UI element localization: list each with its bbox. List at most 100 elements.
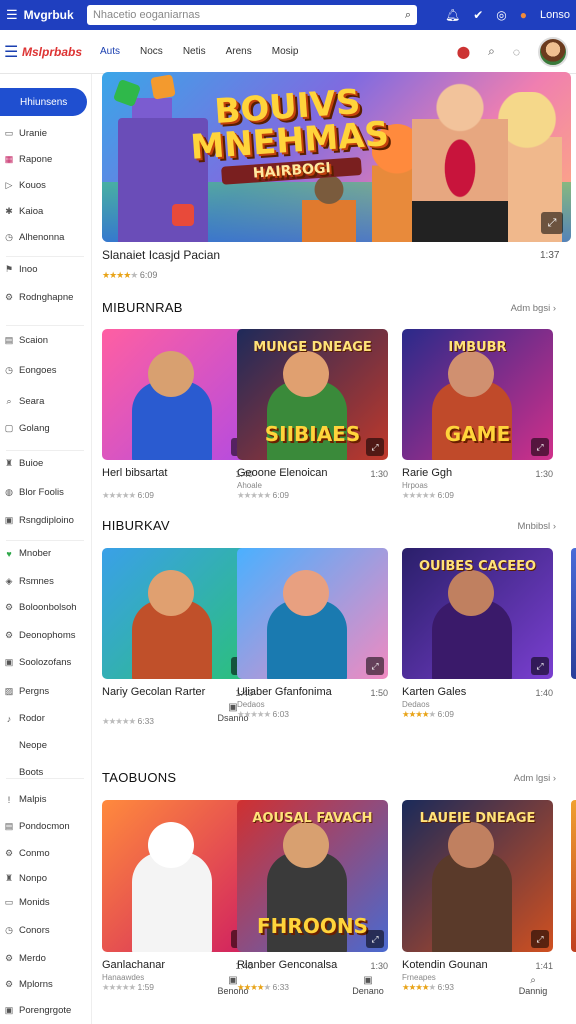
expand-icon[interactable]: ⤢ [366,657,384,675]
card-title[interactable]: Ganlachanar [102,959,217,972]
sidebar-item[interactable]: ⚙ Deonophoms [4,630,76,641]
card-title[interactable]: Karten Gales [402,686,517,699]
sidebar-item[interactable]: ♥ Mnober [4,548,51,559]
nav-link[interactable]: Netis [183,46,206,57]
notification-icon[interactable]: ⬤ [457,45,470,59]
game-card[interactable]: AOUSAL FAVACH FHROONS ⤢ Rlanber Genconalsa 1… [237,800,388,1000]
sidebar-item[interactable]: ◷ Conors [4,925,50,936]
sidebar-item-label: Boots [19,767,44,778]
card-title[interactable]: Kotendin Gounan [402,959,517,972]
card-title[interactable]: Geoone Elenoican [237,467,352,480]
hero-cube [150,74,176,100]
hero-caption[interactable]: Slanaiet Icasjd Pacian [102,248,220,262]
game-card[interactable]: MUNGE DNEAGE SIIBIAES ⤢ Geoone Elenoican 1:3… [237,329,388,509]
sidebar-item[interactable]: ▷ Kouos [4,180,46,191]
expand-icon[interactable]: ⤢ [531,657,549,675]
sidebar-item[interactable]: ⚙ Mplorns [4,979,53,990]
game-thumbnail[interactable]: AOUSAL FAVACH FHROONS ⤢ [237,800,388,952]
card-title[interactable]: Uliaber Gfanfonima [237,686,352,699]
card-title[interactable]: Rarie Ggh [402,467,517,480]
sidebar-item[interactable]: ⚙ Rodnghapne [4,292,73,303]
site-logo[interactable]: Mslprbabs [22,45,96,59]
sidebar-item[interactable]: ⚙ Boloonbolsoh [4,602,77,613]
sidebar-item[interactable]: ⌕ Seara [4,396,44,407]
bell-icon[interactable]: 🔔︎ [445,8,460,22]
sidebar-item[interactable]: ◈ Rsmnes [4,576,54,587]
hamburger-icon[interactable]: ☰ [4,42,22,62]
game-thumbnail[interactable]: ⤢ [102,800,253,952]
game-thumbnail[interactable]: LAUEIE DNEAGE ⤢ [402,800,553,952]
expand-icon[interactable]: ⤢ [531,438,549,456]
check-icon[interactable]: ✔ [473,8,483,22]
sidebar-item[interactable]: ▤ Pondocmon [4,821,70,832]
sidebar-item[interactable]: Boots [4,767,43,778]
sidebar-item[interactable]: ♜ Nonpo [4,873,47,884]
sidebar-item[interactable]: ♪ Rodor [4,713,45,724]
sidebar-item[interactable]: ▢ Golang [4,423,50,434]
settings-icon[interactable]: ◎ [496,8,506,22]
sidebar-item[interactable]: ⚙ Conmo [4,848,50,859]
card-action[interactable]: ⌕ Dannig [515,975,551,997]
expand-icon[interactable]: ⤢ [531,930,549,948]
section-more-link[interactable]: Adm bgsi › [511,303,556,314]
sidebar-item[interactable]: ✱ Kaioa [4,206,43,217]
card-title[interactable]: Herl bibsartat [102,467,217,480]
game-card[interactable]: ⤢ Uliaber Gfanfonima 1:50 Dedaos ★★★★★ 6:03 [237,548,388,728]
game-card[interactable]: ⤢Nariy Gecolan Rarter1:40★★★★★ 6:33▣Dsan… [102,548,253,728]
sidebar-item[interactable]: Neope [4,740,47,751]
sidebar-item[interactable]: ▨ Pergns [4,686,49,697]
sidebar-item[interactable]: ⚙ Merdo [4,953,46,964]
sidebar-item[interactable]: ▣ Porengrgote [4,1005,72,1016]
brand-name[interactable]: Mvgrbuk [24,8,81,22]
expand-icon[interactable]: ⤢ [366,438,384,456]
sidebar-item[interactable]: ♜ Buioe [4,458,43,469]
game-card[interactable]: LAUEIE DNEAGE ⤢ Kotendin Gounan 1:41 Frneape… [402,800,553,1000]
sidebar-item[interactable]: ▤ Scaion [4,335,48,346]
nav-link[interactable]: Mosip [272,46,299,57]
sidebar-primary-button[interactable]: Hhiunsens [0,88,87,116]
user-label[interactable]: Lonso [540,9,570,21]
sidebar-item[interactable]: ⚑ Inoo [4,264,38,275]
hero-time: 1:37 [540,250,560,261]
card-rating-value: 6:33 [272,982,290,992]
avatar[interactable] [538,36,568,67]
card-title[interactable]: Rlanber Genconalsa [237,959,352,972]
expand-icon[interactable]: ⤢ [366,930,384,948]
hero-banner[interactable]: BOUIVS MNEHMAS HAIRBOGI ⤢ [102,72,571,242]
sidebar-item[interactable]: ◷ Eongoes [4,365,56,376]
game-card[interactable]: ⤢Herl bibsartat1:40★★★★★ 6:09 [102,329,253,509]
game-card[interactable]: IMBUBR GAME ⤢ Rarie Ggh 1:30 Hrpoas ★★★★★ 6:09 [402,329,553,509]
search-icon[interactable]: ⌕ [488,44,495,59]
game-thumbnail[interactable]: ⤢ [102,329,253,460]
game-thumbnail[interactable]: MUNGE DNEAGE SIIBIAES ⤢ [237,329,388,460]
game-thumbnail[interactable]: OUIBES CACEEO ⤢ [402,548,553,679]
game-card[interactable]: ⤢Ganlachanar1:40Hanaawdes★★★★★ 1:59▣Beno… [102,800,253,1000]
sidebar-item[interactable]: ▣ Soolozofans [4,657,72,668]
section-more-link[interactable]: Mnbibsl › [517,521,556,532]
nav-link[interactable]: Nocs [140,46,163,57]
nav-link[interactable]: Auts [100,46,120,57]
help-icon[interactable]: ◌ [513,45,520,59]
sidebar-item[interactable]: ◍ Blor Foolis [4,487,64,498]
sidebar-item[interactable]: ▭ Uranie [4,128,47,139]
game-thumbnail[interactable]: ⤢ [237,548,388,679]
card-title[interactable]: Nariy Gecolan Rarter [102,686,217,699]
thumbnail-top-text: AOUSAL FAVACH [252,811,373,826]
game-thumbnail[interactable]: ⤢ [102,548,253,679]
sidebar-item[interactable]: ▣ Rsngdiploino [4,515,74,526]
menu-icon[interactable]: ☰ [6,7,18,23]
sidebar-item[interactable]: ! Malpis [4,794,47,805]
expand-icon[interactable]: ⤢ [541,212,563,234]
user-icon[interactable]: ● [520,8,527,22]
sidebar-item[interactable]: ◷ Alhenonna [4,232,64,243]
section-more-link[interactable]: Adm lgsi › [514,773,556,784]
search-box[interactable]: ⌕ [86,5,417,25]
game-thumbnail[interactable]: IMBUBR GAME ⤢ [402,329,553,460]
sidebar-item[interactable]: ▭ Monids [4,897,50,908]
search-input[interactable] [92,9,383,21]
search-icon[interactable]: ⌕ [405,9,411,22]
game-card[interactable]: OUIBES CACEEO ⤢ Karten Gales 1:40 Dedaos ★★★★… [402,548,553,728]
card-action[interactable]: ▣ Denano [350,975,386,997]
nav-link[interactable]: Arens [226,46,252,57]
sidebar-item[interactable]: ▦ Rapone [4,154,53,165]
